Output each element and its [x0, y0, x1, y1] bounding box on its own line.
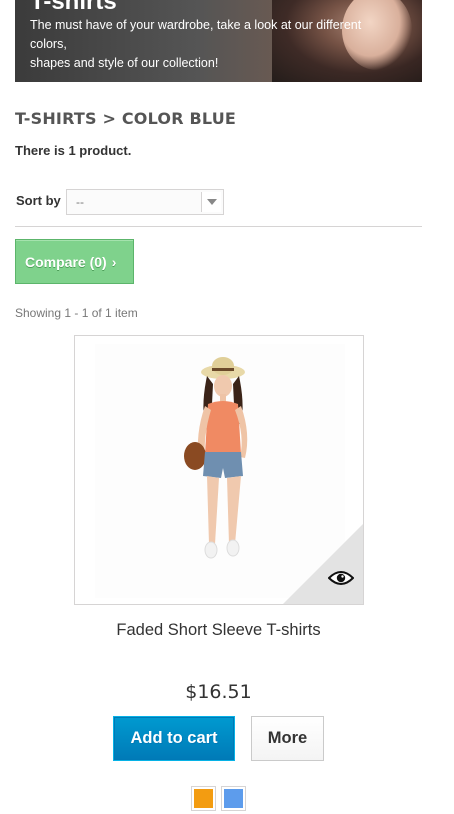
banner-title: T-shirts: [30, 0, 117, 15]
chevron-down-icon[interactable]: [201, 192, 221, 212]
category-banner: T-shirts The must have of your wardrobe,…: [15, 0, 422, 82]
compare-button[interactable]: Compare (0) ›: [15, 239, 134, 284]
product-name[interactable]: Faded Short Sleeve T-shirts: [0, 621, 437, 640]
color-swatch-blue[interactable]: [221, 786, 246, 811]
sort-label: Sort by: [16, 193, 61, 208]
product-price: $16.51: [185, 681, 252, 703]
quick-view-corner[interactable]: [283, 524, 363, 604]
compare-label: Compare (0): [25, 253, 107, 270]
color-swatch-orange[interactable]: [191, 786, 216, 811]
category-heading: T-SHIRTS > COLOR BLUE: [15, 109, 237, 128]
divider: [15, 226, 422, 227]
add-to-cart-button[interactable]: Add to cart: [113, 716, 235, 761]
banner-description: The must have of your wardrobe, take a l…: [30, 18, 362, 70]
sort-select[interactable]: --: [66, 189, 224, 215]
product-count: There is 1 product.: [15, 143, 132, 158]
showing-count: Showing 1 - 1 of 1 item: [15, 306, 138, 320]
sort-selected-value: --: [76, 195, 84, 209]
eye-icon[interactable]: [328, 570, 354, 586]
more-button[interactable]: More: [251, 716, 324, 761]
product-image[interactable]: [74, 335, 364, 605]
chevron-right-icon: ›: [111, 253, 117, 270]
